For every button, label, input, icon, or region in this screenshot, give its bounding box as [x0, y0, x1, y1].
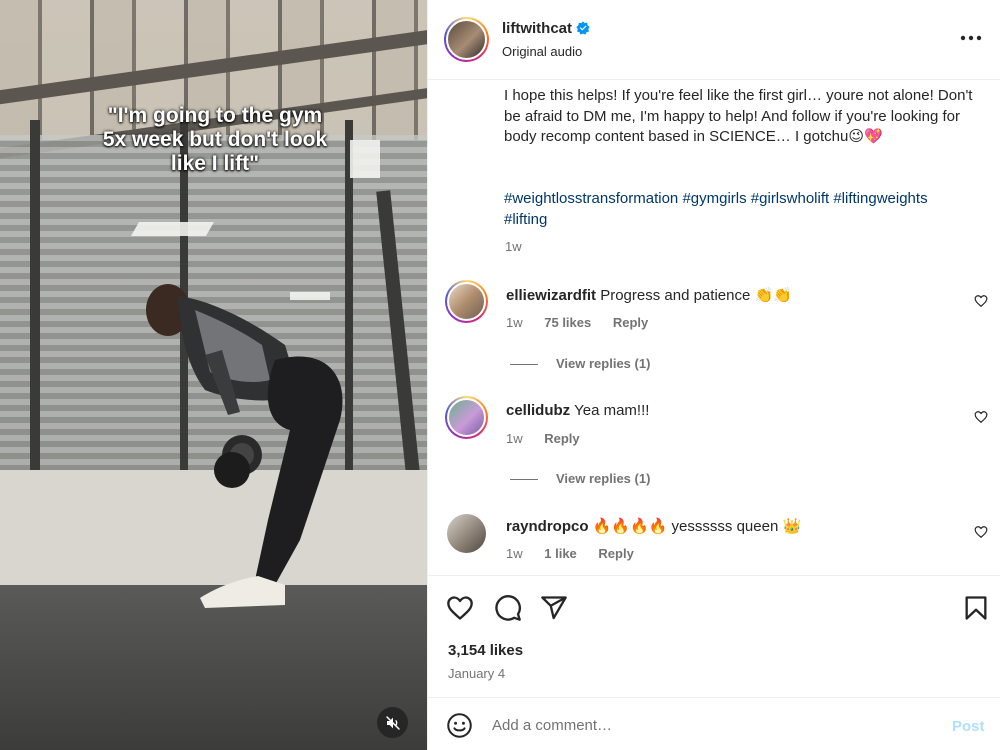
author-avatar[interactable] [444, 17, 489, 62]
commenter-avatar[interactable] [445, 396, 488, 439]
post-header: liftwithcat Original audio [428, 0, 1000, 80]
comment-like-icon[interactable] [974, 410, 988, 424]
reply-button[interactable]: Reply [598, 546, 633, 561]
emoji-icon[interactable] [446, 712, 473, 739]
comment-body: cellidubz Yea mam!!! [506, 402, 649, 419]
reply-button[interactable]: Reply [613, 315, 648, 330]
post-date[interactable]: January 4 [448, 666, 505, 681]
post-actions: 3,154 likes January 4 [428, 575, 1000, 695]
comment-time[interactable]: 1w [506, 546, 523, 561]
comment-like-icon[interactable] [974, 525, 988, 539]
comment-text: Yea mam!!! [574, 402, 650, 419]
caption-hashtags: #weightlosstransformation #gymgirls #gir… [504, 189, 974, 230]
bookmark-icon[interactable] [962, 594, 990, 622]
view-replies-button[interactable]: View replies (1) [510, 356, 650, 371]
commenter-avatar[interactable] [445, 280, 488, 323]
speaker-muted-icon [385, 715, 400, 730]
author-username[interactable]: liftwithcat [502, 20, 572, 37]
heart-icon[interactable] [446, 594, 474, 622]
caption-timestamp[interactable]: 1w [505, 239, 522, 254]
comment-text: Progress and patience 👏👏 [600, 287, 792, 304]
commenter-avatar[interactable] [447, 514, 486, 553]
author-username-row[interactable]: liftwithcat [502, 20, 590, 37]
post-caption: I hope this helps! If you're feel like t… [504, 87, 973, 146]
avatar-image [446, 19, 487, 60]
view-replies-button[interactable]: View replies (1) [510, 471, 650, 486]
hashtag-link[interactable]: #gymgirls [682, 190, 746, 207]
comment-body: elliewizardfit Progress and patience 👏👏 [506, 286, 792, 304]
comment-meta: 1w 75 likes Reply [506, 315, 666, 330]
divider-line [510, 479, 538, 481]
mute-button[interactable] [377, 707, 408, 738]
comment-username[interactable]: elliewizardfit [506, 287, 596, 304]
avatar-image [447, 398, 486, 437]
comment-username[interactable]: rayndropco [506, 518, 589, 535]
divider-line [510, 364, 538, 366]
comment-meta: 1w 1 like Reply [506, 546, 652, 561]
more-options-button[interactable] [956, 26, 986, 50]
comment-like-icon[interactable] [974, 294, 988, 308]
share-icon[interactable] [540, 594, 568, 622]
comment-time[interactable]: 1w [506, 431, 523, 446]
post-sidebar: liftwithcat Original audio I hope this h… [427, 0, 1000, 750]
avatar-image [447, 282, 486, 321]
hashtag-link[interactable]: #liftingweights [833, 190, 927, 207]
likes-count[interactable]: 3,154 likes [448, 642, 523, 659]
comment-icon[interactable] [494, 594, 522, 622]
comment-likes[interactable]: 75 likes [544, 315, 591, 330]
more-options-icon [960, 35, 982, 41]
add-comment-bar: Post [428, 697, 1000, 750]
post-comment-button[interactable]: Post [952, 718, 985, 735]
comment-likes[interactable]: 1 like [544, 546, 577, 561]
view-replies-label: View replies (1) [556, 356, 651, 371]
verified-badge-icon [576, 21, 590, 35]
hashtag-link[interactable]: #weightlosstransformation [504, 190, 678, 207]
view-replies-label: View replies (1) [556, 471, 651, 486]
hashtag-link[interactable]: #lifting [504, 211, 547, 228]
reply-button[interactable]: Reply [544, 431, 579, 446]
comment-input[interactable] [492, 712, 922, 738]
comment-body: rayndropco 🔥🔥🔥🔥 yessssss queen 👑 [506, 517, 801, 535]
comment-time[interactable]: 1w [506, 315, 523, 330]
comment-meta: 1w Reply [506, 431, 598, 446]
audio-label[interactable]: Original audio [502, 44, 582, 59]
comment-username[interactable]: cellidubz [506, 402, 570, 419]
hashtag-link[interactable]: #girlswholift [751, 190, 829, 207]
comment-text: 🔥🔥🔥🔥 yessssss queen 👑 [592, 518, 802, 535]
video-overlay-caption: "I'm going to the gym 5x week but don't … [102, 104, 328, 175]
post-video[interactable]: "I'm going to the gym 5x week but don't … [0, 0, 427, 750]
